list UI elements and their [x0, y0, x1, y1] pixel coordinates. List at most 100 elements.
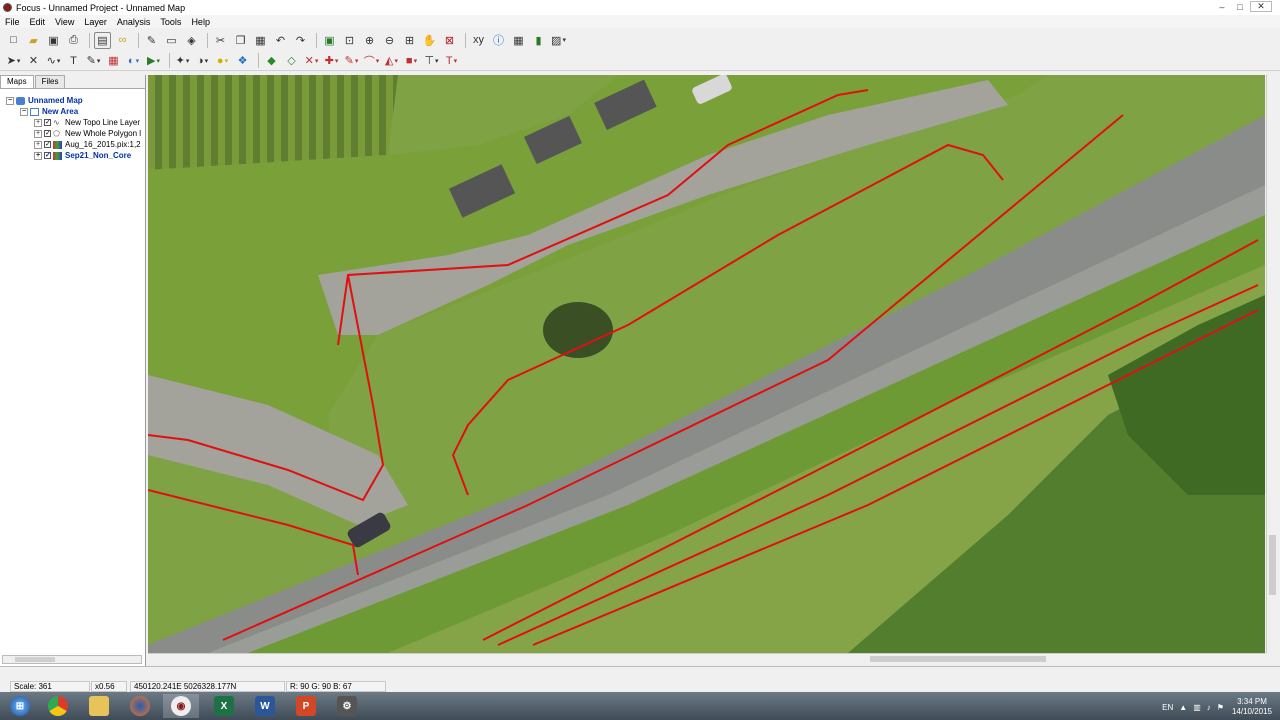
minimize-button[interactable]: –: [1214, 1, 1230, 12]
xy-icon[interactable]: xy: [470, 32, 487, 49]
zoom-extents-icon[interactable]: ▣: [321, 32, 338, 49]
layer-checkbox[interactable]: ✓: [44, 130, 51, 137]
tab-files[interactable]: Files: [34, 75, 66, 88]
undo-icon[interactable]: ↶: [272, 32, 289, 49]
volume-icon[interactable]: ♪: [1207, 703, 1211, 712]
fill-rect-icon[interactable]: ■: [403, 52, 420, 69]
collapse-icon[interactable]: −: [20, 107, 28, 116]
raster-grid-icon[interactable]: ▦: [105, 52, 122, 69]
fill-tool-icon[interactable]: ◐: [125, 52, 142, 69]
expand-icon[interactable]: +: [34, 129, 42, 138]
layer-checkbox[interactable]: ✓: [44, 141, 51, 148]
expand-icon[interactable]: +: [34, 118, 42, 127]
map-horizontal-scrollbar[interactable]: [148, 653, 1266, 664]
redo-icon[interactable]: ↷: [292, 32, 309, 49]
layers-icon[interactable]: ◈: [183, 32, 200, 49]
tree-horizontal-scrollbar[interactable]: [2, 655, 142, 664]
close-button[interactable]: ✕: [1250, 1, 1272, 12]
polygon-layer-icon: ⬠: [53, 128, 60, 138]
coordinate-readout: 450120.241E 5026328.177N: [130, 681, 285, 692]
zoom-out-icon[interactable]: ⊖: [381, 32, 398, 49]
full-extent-icon[interactable]: ⊠: [441, 32, 458, 49]
menu-view[interactable]: View: [55, 17, 74, 27]
zoom-window-icon[interactable]: ⊞: [401, 32, 418, 49]
intersect-icon[interactable]: ✕: [303, 52, 320, 69]
menu-analysis[interactable]: Analysis: [117, 17, 151, 27]
contrast-icon[interactable]: ◑: [194, 52, 211, 69]
menu-help[interactable]: Help: [191, 17, 210, 27]
cut-icon[interactable]: ✂: [212, 32, 229, 49]
excel-icon[interactable]: X: [206, 694, 242, 718]
expand-icon[interactable]: +: [34, 151, 42, 160]
powerpoint-icon[interactable]: P: [288, 694, 324, 718]
crosshair-icon[interactable]: ✚: [323, 52, 340, 69]
tree-item-sep21[interactable]: + ✓ Sep21_Non_Core: [6, 150, 145, 161]
line-style-icon[interactable]: ⊤: [423, 52, 440, 69]
draw-line-icon[interactable]: ∿: [45, 52, 62, 69]
zoom-in-icon[interactable]: ⊕: [361, 32, 378, 49]
fill-color-icon[interactable]: ◭: [383, 52, 400, 69]
select-arrow-icon[interactable]: ➤: [5, 52, 22, 69]
tab-maps[interactable]: Maps: [0, 75, 34, 88]
rgb-icon[interactable]: ❖: [234, 52, 251, 69]
copy-icon[interactable]: ❐: [232, 32, 249, 49]
tray-chevron-icon[interactable]: ▲: [1179, 703, 1187, 712]
info-icon[interactable]: ⓘ: [490, 32, 507, 49]
map-view-icon[interactable]: ▤: [94, 31, 111, 49]
layer-checkbox[interactable]: ✓: [44, 119, 51, 126]
layer-stack-icon[interactable]: ◆: [263, 52, 280, 69]
menu-edit[interactable]: Edit: [30, 17, 46, 27]
save-icon[interactable]: ▣: [45, 32, 62, 49]
map-vertical-scrollbar[interactable]: [1266, 75, 1278, 653]
file-explorer-icon[interactable]: [81, 694, 117, 718]
tree-item-aug-raster[interactable]: + ✓ Aug_16_2015.pix:1,2: [6, 139, 145, 150]
aerial-imagery: [148, 75, 1265, 653]
firefox-icon[interactable]: [122, 694, 158, 718]
tool-app-icon[interactable]: ⚙: [329, 694, 365, 718]
menu-tools[interactable]: Tools: [160, 17, 181, 27]
export-icon[interactable]: ▶: [145, 52, 162, 69]
clock[interactable]: 3:34 PM 14/10/2015: [1232, 697, 1272, 717]
map-canvas[interactable]: [148, 75, 1265, 653]
print-icon[interactable]: ⎙: [65, 32, 82, 49]
link-icon[interactable]: ∞: [114, 32, 131, 49]
pan-hand-icon[interactable]: ✋: [421, 32, 438, 49]
chrome-icon[interactable]: [40, 694, 76, 718]
mark-tool-icon[interactable]: ✦: [174, 52, 191, 69]
new-icon[interactable]: □: [5, 32, 22, 49]
zoom-box-icon[interactable]: ⊡: [341, 32, 358, 49]
edit-icon[interactable]: ✎: [143, 32, 160, 49]
menu-file[interactable]: File: [5, 17, 20, 27]
collapse-icon[interactable]: −: [6, 96, 14, 105]
style-tool-icon[interactable]: ✎: [85, 52, 102, 69]
menu-layer[interactable]: Layer: [84, 17, 107, 27]
curve-icon[interactable]: ⌒: [363, 52, 380, 69]
flag-icon[interactable]: ⚑: [1217, 703, 1224, 712]
focus-app-icon[interactable]: ◉: [163, 694, 199, 718]
word-icon[interactable]: W: [247, 694, 283, 718]
tree-item-new-area[interactable]: − New Area: [6, 106, 145, 117]
tree-item-topo-line-layer[interactable]: + ✓ ∿ New Topo Line Layer: [6, 117, 145, 128]
start-button[interactable]: ⊞: [2, 694, 38, 718]
layer-stack2-icon[interactable]: ◇: [283, 52, 300, 69]
expand-icon[interactable]: +: [34, 140, 42, 149]
map-icon: [16, 96, 25, 105]
open-folder-icon[interactable]: ▰: [25, 32, 42, 49]
network-icon[interactable]: ▥: [1193, 703, 1201, 712]
tree-item-whole-polygon[interactable]: + ✓ ⬠ New Whole Polygon l: [6, 128, 145, 139]
maximize-button[interactable]: □: [1232, 1, 1248, 12]
paste-icon[interactable]: ▦: [252, 32, 269, 49]
highlight-icon[interactable]: ●: [214, 52, 231, 69]
frame-icon[interactable]: ▭: [163, 32, 180, 49]
window-title: Focus - Unnamed Project - Unnamed Map: [16, 2, 186, 13]
line-color-icon[interactable]: ✎: [343, 52, 360, 69]
chart-tool-icon[interactable]: ▨: [550, 32, 567, 49]
language-indicator[interactable]: EN: [1162, 703, 1173, 712]
text-color-icon[interactable]: T: [443, 52, 460, 69]
vertex-edit-icon[interactable]: ✕: [25, 52, 42, 69]
layer-checkbox[interactable]: ✓: [44, 152, 51, 159]
text-tool-icon[interactable]: T: [65, 52, 82, 69]
histogram-icon[interactable]: ▮: [530, 32, 547, 49]
tree-item-unnamed-map[interactable]: − Unnamed Map: [6, 95, 145, 106]
grid-icon[interactable]: ▦: [510, 32, 527, 49]
